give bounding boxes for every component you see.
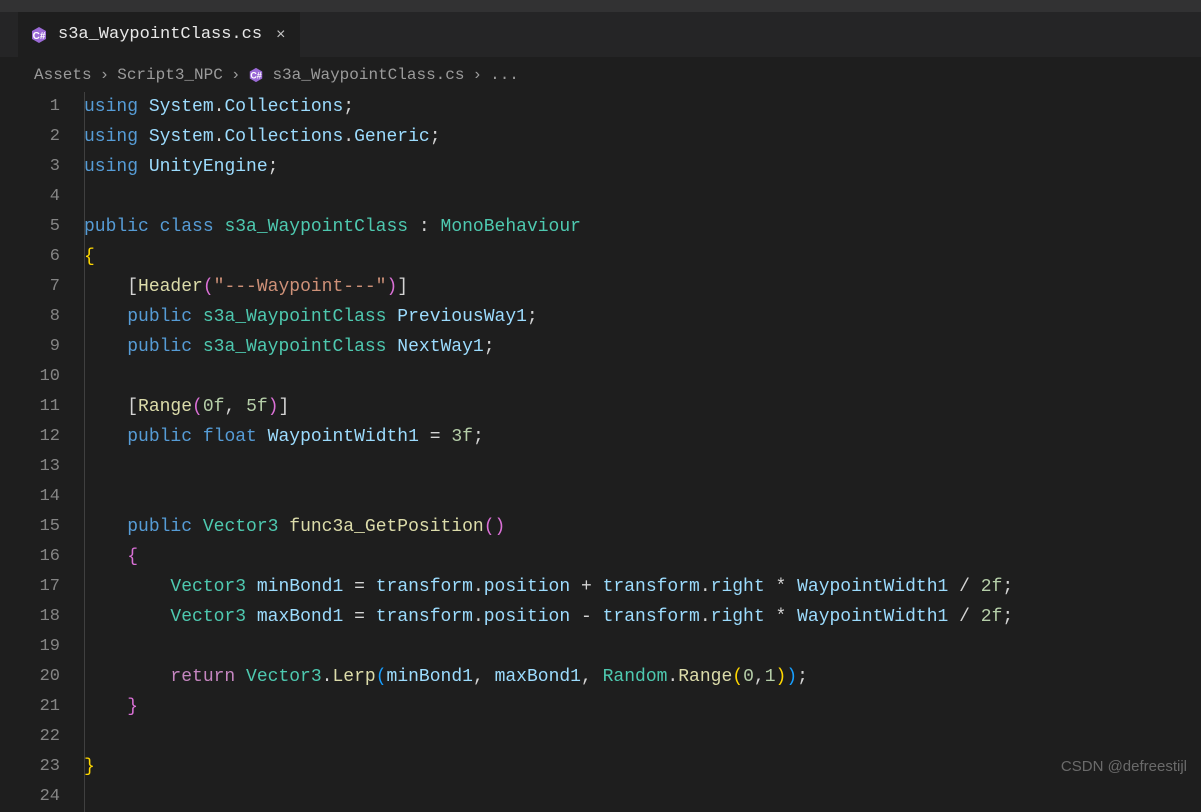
watermark: CSDN @defreestijl	[1061, 758, 1187, 775]
svg-text:C#: C#	[251, 71, 262, 81]
code-line[interactable]	[84, 782, 1013, 812]
line-number: 1	[0, 92, 60, 122]
line-number: 10	[0, 362, 60, 392]
code-line[interactable]	[84, 722, 1013, 752]
line-number: 14	[0, 482, 60, 512]
code-line[interactable]: public Vector3 func3a_GetPosition()	[84, 512, 1013, 542]
crumb-assets[interactable]: Assets	[34, 66, 92, 84]
code-line[interactable]: public s3a_WaypointClass NextWay1;	[84, 332, 1013, 362]
line-number: 19	[0, 632, 60, 662]
line-number: 7	[0, 272, 60, 302]
editor[interactable]: 1 2 3 4 5 6 7 8 9 10 11 12 13 14 15 16 1…	[0, 92, 1201, 812]
titlebar	[0, 0, 1201, 12]
code-line[interactable]: using System.Collections.Generic;	[84, 122, 1013, 152]
crumb-script3npc[interactable]: Script3_NPC	[117, 66, 223, 84]
gutter: 1 2 3 4 5 6 7 8 9 10 11 12 13 14 15 16 1…	[0, 92, 84, 812]
line-number: 23	[0, 752, 60, 782]
code-line[interactable]: public float WaypointWidth1 = 3f;	[84, 422, 1013, 452]
csharp-icon: C#	[248, 67, 264, 83]
line-number: 16	[0, 542, 60, 572]
line-number: 21	[0, 692, 60, 722]
crumb-ellipsis[interactable]: ...	[490, 66, 519, 84]
code-line[interactable]: using UnityEngine;	[84, 152, 1013, 182]
code-line[interactable]: {	[84, 242, 1013, 272]
line-number: 12	[0, 422, 60, 452]
code-line[interactable]	[84, 182, 1013, 212]
crumb-file[interactable]: s3a_WaypointClass.cs	[272, 66, 464, 84]
line-number: 3	[0, 152, 60, 182]
code-line[interactable]: [Range(0f, 5f)]	[84, 392, 1013, 422]
line-number: 2	[0, 122, 60, 152]
line-number: 18	[0, 602, 60, 632]
line-number: 15	[0, 512, 60, 542]
tab-label: s3a_WaypointClass.cs	[58, 25, 262, 44]
code-line[interactable]: Vector3 minBond1 = transform.position + …	[84, 572, 1013, 602]
tab-waypointclass[interactable]: C# s3a_WaypointClass.cs ×	[18, 12, 301, 57]
code-line[interactable]	[84, 452, 1013, 482]
code-line[interactable]	[84, 632, 1013, 662]
code-line[interactable]: Vector3 maxBond1 = transform.position - …	[84, 602, 1013, 632]
line-number: 20	[0, 662, 60, 692]
line-number: 8	[0, 302, 60, 332]
line-number: 13	[0, 452, 60, 482]
svg-text:C#: C#	[33, 31, 46, 42]
line-number: 6	[0, 242, 60, 272]
line-number: 4	[0, 182, 60, 212]
code-area[interactable]: using System.Collections; using System.C…	[84, 92, 1013, 812]
line-number: 22	[0, 722, 60, 752]
tabbar: C# s3a_WaypointClass.cs ×	[0, 12, 1201, 58]
line-number: 17	[0, 572, 60, 602]
breadcrumb[interactable]: Assets › Script3_NPC › C# s3a_WaypointCl…	[0, 58, 1201, 92]
code-line[interactable]: return Vector3.Lerp(minBond1, maxBond1, …	[84, 662, 1013, 692]
code-line[interactable]: [Header("---Waypoint---")]	[84, 272, 1013, 302]
chevron-right-icon: ›	[100, 66, 110, 84]
code-line[interactable]: public s3a_WaypointClass PreviousWay1;	[84, 302, 1013, 332]
code-line[interactable]: using System.Collections;	[84, 92, 1013, 122]
code-line[interactable]	[84, 362, 1013, 392]
close-icon[interactable]: ×	[276, 26, 286, 44]
csharp-icon: C#	[30, 26, 48, 44]
line-number: 9	[0, 332, 60, 362]
code-line[interactable]: {	[84, 542, 1013, 572]
code-line[interactable]: }	[84, 692, 1013, 722]
code-line[interactable]: }	[84, 752, 1013, 782]
line-number: 24	[0, 782, 60, 812]
line-number: 5	[0, 212, 60, 242]
code-line[interactable]	[84, 482, 1013, 512]
code-line[interactable]: public class s3a_WaypointClass : MonoBeh…	[84, 212, 1013, 242]
chevron-right-icon: ›	[472, 66, 482, 84]
line-number: 11	[0, 392, 60, 422]
chevron-right-icon: ›	[231, 66, 241, 84]
